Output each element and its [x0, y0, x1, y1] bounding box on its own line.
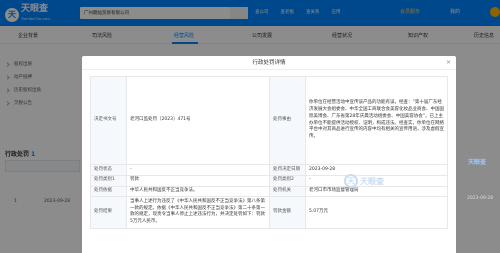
value-result: 当事人上述行为违反了《中华人民共和国反不正当竞争法》第八条第一款的规定。依据《中… — [126, 196, 270, 229]
table-row: 决定书文号 老河口监处罚〔2023〕471号 处罚事由 你单位在经营活动中宣传该… — [90, 76, 448, 165]
close-icon[interactable]: × — [446, 60, 451, 66]
label-result: 处罚结果 — [90, 196, 127, 229]
label-status: 处罚状态 — [90, 164, 127, 176]
label-authority: 处罚机关 — [269, 185, 306, 198]
penalty-detail-modal: 行政处罚详情 × 决定书文号 老河口监处罚〔2023〕471号 处罚事由 你单位… — [82, 56, 456, 253]
detail-table: 决定书文号 老河口监处罚〔2023〕471号 处罚事由 你单位在经营活动中宣传该… — [90, 76, 448, 229]
watermark-mark: 天 — [344, 174, 358, 188]
watermark-text: 天眼查 — [360, 176, 384, 186]
label-category-1: 处罚类别1 — [90, 174, 127, 187]
label-fine-amount: 罚款金额 — [269, 196, 306, 229]
value-decision-no: 老河口监处罚〔2023〕471号 — [126, 76, 270, 165]
modal-title: 行政处罚详情 — [82, 56, 456, 70]
watermark: 天 天眼查 — [344, 174, 384, 188]
label-decision-date: 处罚决定日期 — [269, 164, 306, 176]
table-row: 处罚依据 中华人民共和国反不正当竞争法。 处罚机关 老河口市市场监督管理局 — [90, 185, 448, 198]
table-row: 处罚状态 - 处罚决定日期 2023-09-28 — [90, 164, 448, 176]
table-row: 处罚结果 当事人上述行为违反了《中华人民共和国反不正当竞争法》第八条第一款的规定… — [90, 196, 448, 229]
label-decision-no: 决定书文号 — [90, 76, 127, 165]
behind-logo: 天眼查 — [468, 159, 487, 166]
table-row: 处罚类别1 罚款 处罚类别2 - — [90, 174, 448, 187]
value-status: - — [126, 164, 270, 176]
label-category-2: 处罚类别2 — [269, 174, 306, 187]
value-basis: 中华人民共和国反不正当竞争法。 — [126, 185, 270, 198]
value-reason: 你单位在经营活动中宣传该产品的功能有误，经查：“第十届广东经济发展大会组委会、中… — [305, 76, 448, 165]
label-basis: 处罚依据 — [90, 185, 127, 198]
label-reason: 处罚事由 — [269, 76, 306, 165]
modal-body: 决定书文号 老河口监处罚〔2023〕471号 处罚事由 你单位在经营活动中宣传该… — [90, 76, 448, 229]
value-category-1: 罚款 — [126, 174, 270, 187]
value-fine-amount: 5.07万元 — [305, 196, 448, 229]
behind-date: 2023-09-28 — [467, 196, 494, 201]
